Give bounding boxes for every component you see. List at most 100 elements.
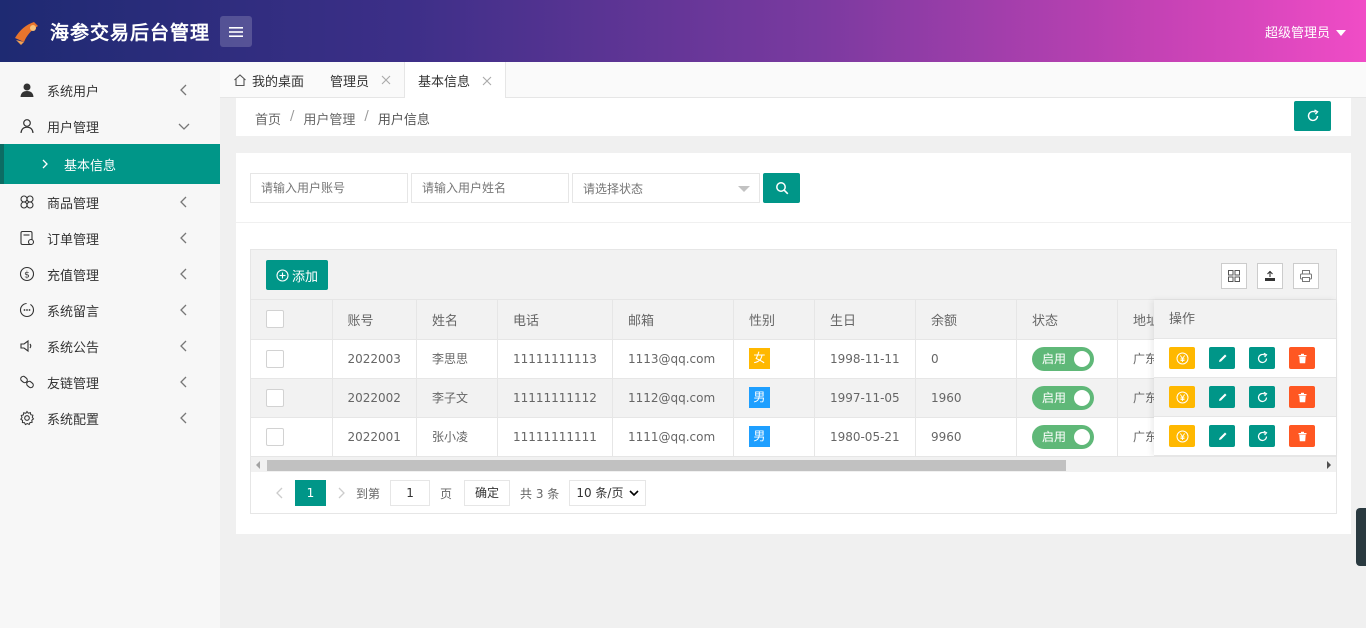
yen-icon	[1176, 391, 1188, 403]
sidebar-item-label: 系统公告	[47, 340, 100, 356]
add-button[interactable]: 添加	[266, 260, 329, 290]
reset-password-button[interactable]	[1249, 347, 1275, 369]
account-search-input[interactable]	[250, 173, 408, 203]
table-row[interactable]: 2022001 张小凌 11111111111 1111@qq.com 男 19…	[251, 417, 1197, 457]
user-icon	[19, 82, 35, 98]
menu-toggle-button[interactable]	[220, 16, 252, 47]
gender-cell: 男	[733, 417, 815, 457]
sidebar-item-label: 系统配置	[47, 412, 100, 428]
account-cell: 2022003	[332, 339, 417, 379]
sidebar-item-user-management[interactable]: 用户管理	[0, 108, 220, 144]
sidebar-item-announcements[interactable]: 系统公告	[0, 328, 220, 364]
trash-icon	[1298, 431, 1306, 441]
sidebar-item-settings[interactable]: 系统配置	[0, 400, 220, 436]
chevron-right-icon[interactable]	[335, 487, 347, 499]
recharge-button[interactable]	[1169, 347, 1195, 369]
row-checkbox[interactable]	[266, 349, 284, 368]
search-button[interactable]	[763, 173, 800, 203]
reset-password-button[interactable]	[1249, 425, 1275, 447]
breadcrumb-home[interactable]: 首页	[255, 109, 281, 128]
tab-my-desktop[interactable]: 我的桌面	[220, 62, 317, 98]
column-header[interactable]: 性别	[733, 300, 815, 340]
reset-password-button[interactable]	[1249, 386, 1275, 408]
edit-button[interactable]	[1209, 425, 1235, 447]
sidebar-item-system-users[interactable]: 系统用户	[0, 72, 220, 108]
chevron-left-icon	[178, 376, 190, 388]
breadcrumb-bar: 首页 / 用户管理 / 用户信息	[236, 98, 1351, 136]
chevron-left-icon	[178, 412, 190, 424]
sidebar-item-orders[interactable]: 订单管理	[0, 220, 220, 256]
sidebar-item-products[interactable]: 商品管理	[0, 184, 220, 220]
chevron-left-icon[interactable]	[274, 487, 286, 499]
sidebar-item-label: 商品管理	[47, 196, 100, 212]
column-header[interactable]: 姓名	[416, 300, 498, 340]
message-icon	[19, 302, 35, 318]
tab-label: 基本信息	[418, 75, 471, 90]
floating-side-widget[interactable]	[1356, 508, 1366, 566]
app-logo: 海参交易后台管理	[12, 16, 210, 46]
page-size-select[interactable]: 10 条/页	[569, 480, 647, 506]
status-select[interactable]: 请选择状态	[572, 173, 760, 203]
refresh-icon	[1307, 109, 1319, 122]
search-form: 请选择状态	[250, 173, 800, 203]
operations-row	[1154, 339, 1336, 378]
sidebar-item-links[interactable]: 友链管理	[0, 364, 220, 400]
columns-filter-button[interactable]	[1221, 263, 1247, 289]
export-button[interactable]	[1257, 263, 1283, 289]
scrollbar-thumb[interactable]	[267, 460, 1066, 471]
goto-confirm-button[interactable]: 确定	[464, 480, 511, 506]
sidebar-subitem-basic-info[interactable]: 基本信息	[0, 144, 220, 184]
table-row[interactable]: 2022002 李子文 11111111112 1112@qq.com 男 19…	[251, 378, 1197, 418]
name-search-input[interactable]	[411, 173, 569, 203]
column-header[interactable]: 余额	[915, 300, 1017, 340]
tab-admin[interactable]: 管理员	[317, 62, 404, 98]
sidebar-item-recharge[interactable]: $ 充值管理	[0, 256, 220, 292]
row-checkbox[interactable]	[266, 388, 284, 407]
close-icon[interactable]	[381, 75, 391, 85]
breadcrumb-level1[interactable]: 用户管理	[303, 109, 355, 128]
trash-icon	[1298, 353, 1306, 363]
goto-page-input[interactable]: 1	[390, 480, 431, 506]
column-header[interactable]: 生日	[814, 300, 916, 340]
delete-button[interactable]	[1289, 425, 1315, 447]
sidebar: 系统用户 用户管理 基本信息 商品管理 订单管理 $ 充值管理 系统留言 系统公…	[0, 62, 220, 628]
status-toggle[interactable]: 启用	[1031, 424, 1094, 449]
recharge-button[interactable]	[1169, 386, 1195, 408]
chevron-left-icon	[178, 84, 190, 96]
recharge-button[interactable]	[1169, 425, 1195, 447]
column-header[interactable]: 电话	[497, 300, 613, 340]
print-button[interactable]	[1293, 263, 1319, 289]
column-header[interactable]: 账号	[332, 300, 417, 340]
row-checkbox[interactable]	[266, 427, 284, 446]
edit-button[interactable]	[1209, 347, 1235, 369]
print-icon	[1300, 270, 1312, 282]
column-header[interactable]: 状态	[1016, 300, 1118, 340]
scroll-right-arrow-icon[interactable]	[1327, 461, 1331, 469]
column-header: 操作	[1154, 300, 1336, 339]
table-horizontal-scrollbar[interactable]	[251, 456, 1336, 472]
chevron-left-icon	[178, 340, 190, 352]
tab-label: 管理员	[330, 74, 370, 90]
name-cell: 李思思	[416, 339, 498, 379]
tab-basic-info[interactable]: 基本信息	[404, 62, 507, 99]
status-toggle[interactable]: 启用	[1031, 385, 1094, 410]
sidebar-item-label: 用户管理	[47, 120, 100, 136]
page-tabs: 我的桌面 管理员 基本信息	[220, 62, 1366, 99]
sidebar-item-messages[interactable]: 系统留言	[0, 292, 220, 328]
scroll-left-arrow-icon[interactable]	[256, 461, 260, 469]
user-menu[interactable]: 超级管理员	[1265, 22, 1346, 41]
balance-cell: 0	[915, 339, 1017, 379]
delete-button[interactable]	[1289, 347, 1315, 369]
column-header[interactable]: 邮箱	[612, 300, 734, 340]
delete-button[interactable]	[1289, 386, 1315, 408]
gender-badge: 男	[748, 426, 770, 447]
caret-down-icon	[738, 186, 750, 192]
refresh-button[interactable]	[1294, 101, 1331, 131]
select-all-checkbox[interactable]	[266, 310, 284, 329]
page-number-current[interactable]: 1	[295, 480, 326, 506]
status-toggle[interactable]: 启用	[1031, 346, 1094, 371]
toggle-knob	[1073, 350, 1090, 367]
edit-button[interactable]	[1209, 386, 1235, 408]
table-row[interactable]: 2022003 李思思 11111111113 1113@qq.com 女 19…	[251, 339, 1197, 379]
close-icon[interactable]	[482, 76, 492, 86]
